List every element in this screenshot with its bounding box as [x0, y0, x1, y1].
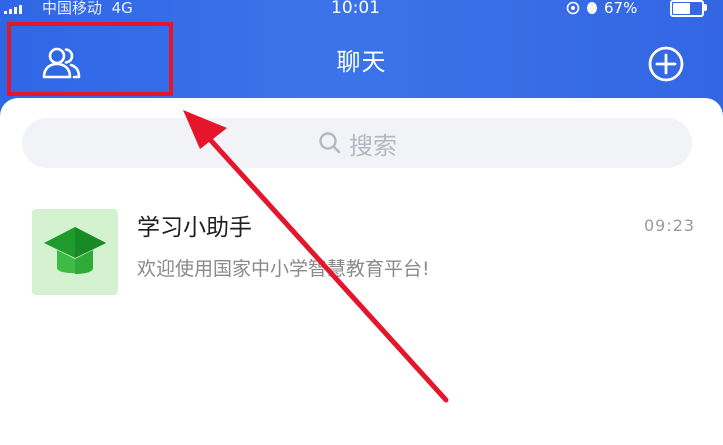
search-placeholder: 搜索	[349, 131, 397, 160]
battery-percent: 67%	[604, 0, 638, 17]
conversation-time: 09:23	[644, 216, 696, 235]
rotation-lock-icon	[566, 1, 580, 15]
list-item[interactable]: 学习小助手 09:23 欢迎使用国家中小学智慧教育平台!	[0, 206, 723, 298]
add-button[interactable]	[646, 44, 686, 84]
carrier-label: 中国移动 4G	[42, 0, 133, 18]
status-time: 10:01	[331, 0, 380, 18]
battery-fill	[673, 3, 691, 14]
signal-icon	[4, 5, 22, 14]
plus-circle-icon	[648, 46, 684, 82]
status-bar: 中国移动 4G 10:01 67%	[0, 0, 723, 22]
network-type: 4G	[111, 0, 133, 17]
status-indicators: 67%	[566, 0, 637, 18]
conversation-title: 学习小助手	[137, 215, 252, 241]
carrier-name: 中国移动	[42, 0, 103, 17]
search-input[interactable]: 搜索	[22, 118, 692, 168]
page-title: 聊天	[336, 48, 387, 76]
chat-list-panel: 搜索 学习小助手 09:23 欢迎使用国家中小学智慧教育平台!	[0, 98, 723, 445]
graduation-cap-icon	[44, 227, 106, 274]
conversation-preview: 欢迎使用国家中小学智慧教育平台!	[137, 258, 430, 280]
battery-tip	[704, 4, 707, 11]
avatar	[32, 209, 118, 295]
alarm-icon	[587, 2, 597, 14]
search-icon	[319, 132, 341, 154]
battery-icon	[670, 0, 704, 17]
